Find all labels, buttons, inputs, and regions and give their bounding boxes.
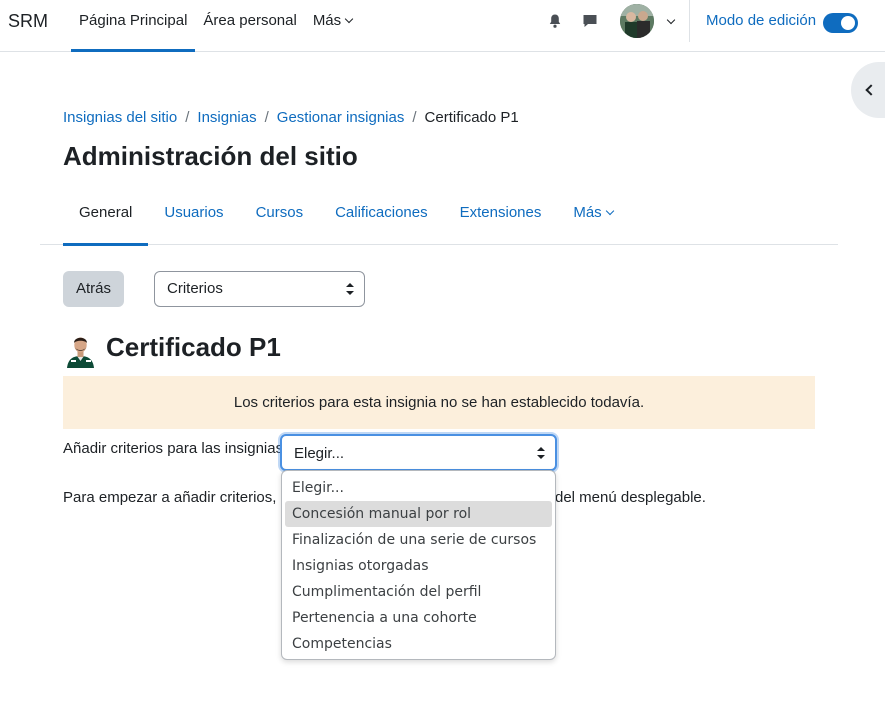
back-button[interactable]: Atrás	[63, 271, 124, 307]
toggle-knob	[841, 16, 855, 30]
navbar-divider	[689, 0, 690, 42]
help-text-start: Para empezar a añadir criterios, p	[63, 489, 289, 506]
dropdown-option-cohort-membership[interactable]: Pertenencia a una cohorte	[285, 605, 552, 631]
open-drawer-button[interactable]	[851, 62, 885, 118]
breadcrumb: Insignias del sitio / Insignias / Gestio…	[63, 109, 519, 126]
select-caret-icon	[346, 283, 354, 295]
badge-image	[63, 333, 98, 368]
chevron-left-icon	[865, 84, 877, 96]
user-menu-chevron-icon[interactable]	[666, 15, 676, 25]
help-text-end: del menú desplegable.	[555, 489, 706, 506]
dropdown-option-awarded-badges[interactable]: Insignias otorgadas	[285, 553, 552, 579]
breadcrumb-separator: /	[412, 109, 417, 126]
user-avatar[interactable]	[620, 4, 654, 38]
nav-item-dashboard[interactable]: Área personal	[195, 0, 304, 52]
criteria-select[interactable]: Criterios	[154, 271, 365, 307]
breadcrumb-manage-badges[interactable]: Gestionar insignias	[277, 109, 405, 126]
chevron-down-icon	[605, 206, 614, 216]
select-caret-icon	[537, 446, 545, 459]
edit-mode-label: Modo de edición	[706, 12, 817, 29]
dropdown-option-profile-completion[interactable]: Cumplimentación del perfil	[285, 579, 552, 605]
breadcrumb-separator: /	[264, 109, 269, 126]
bell-icon[interactable]	[547, 13, 563, 29]
criteria-select-value: Criterios	[167, 280, 223, 297]
tab-more-label: Más	[573, 204, 602, 221]
add-criteria-dropdown-list: Elegir... Concesión manual por rol Final…	[281, 470, 556, 660]
user-photo-icon	[620, 4, 654, 38]
add-criteria-label: Añadir criterios para las insignias	[63, 440, 284, 457]
primary-navigation: Página Principal Área personal Más	[71, 0, 360, 52]
nav-item-home-label: Página Principal	[79, 12, 188, 29]
dropdown-option-course-set[interactable]: Finalización de una serie de cursos	[285, 527, 552, 553]
dropdown-option-competencies[interactable]: Competencias	[285, 631, 552, 657]
tab-general[interactable]: General	[63, 190, 149, 246]
edit-mode-toggle[interactable]	[823, 13, 858, 33]
tab-plugins[interactable]: Extensiones	[444, 190, 558, 245]
add-criteria-select-value: Elegir...	[294, 445, 345, 462]
dropdown-option-manual-award[interactable]: Concesión manual por rol	[285, 501, 552, 527]
nav-item-more[interactable]: Más	[305, 0, 360, 52]
tab-grades[interactable]: Calificaciones	[319, 190, 444, 245]
nav-item-home[interactable]: Página Principal	[71, 0, 196, 52]
criteria-alert: Los criterios para esta insignia no se h…	[63, 376, 815, 429]
dropdown-option-choose[interactable]: Elegir...	[285, 475, 552, 501]
breadcrumb-current: Certificado P1	[424, 109, 519, 126]
tab-more[interactable]: Más	[557, 190, 628, 245]
tab-users[interactable]: Usuarios	[148, 190, 239, 245]
nav-item-dashboard-label: Área personal	[203, 12, 297, 29]
breadcrumb-site-badges[interactable]: Insignias del sitio	[63, 109, 177, 126]
breadcrumb-separator: /	[185, 109, 190, 126]
breadcrumb-badges[interactable]: Insignias	[197, 109, 256, 126]
chevron-down-icon	[344, 14, 354, 24]
tab-courses[interactable]: Cursos	[240, 190, 320, 245]
secondary-navigation: General Usuarios Cursos Calificaciones E…	[40, 190, 838, 246]
nav-item-more-label: Más	[312, 12, 342, 29]
add-criteria-select[interactable]: Elegir...	[280, 434, 557, 471]
message-icon[interactable]	[582, 13, 598, 29]
site-brand[interactable]: SRM	[8, 11, 48, 32]
page-title: Administración del sitio	[63, 141, 358, 171]
top-navbar: SRM Página Principal Área personal Más M…	[0, 0, 885, 52]
badge-title: Certificado P1	[106, 332, 281, 362]
